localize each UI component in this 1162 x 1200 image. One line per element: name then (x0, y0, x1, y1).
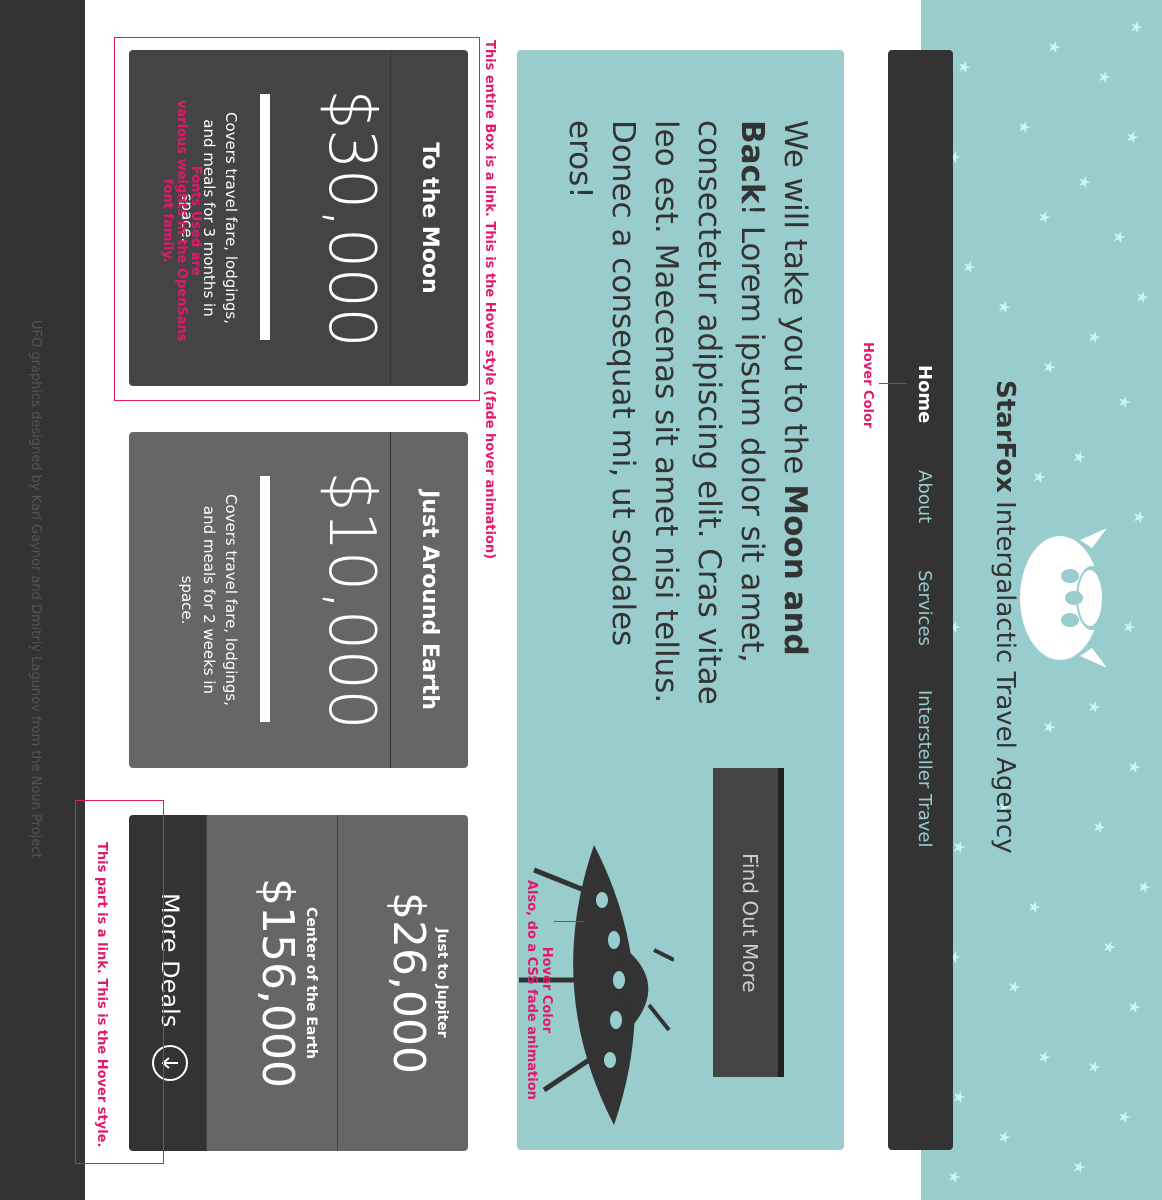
star-icon: ★ (950, 1090, 969, 1105)
star-icon: ★ (1035, 210, 1054, 225)
star-icon: ★ (950, 840, 969, 855)
hero-panel: We will take you to the Moon and Back! L… (517, 50, 844, 1150)
mini-deal-title: Center of the Earth (303, 907, 319, 1059)
star-icon: ★ (1125, 760, 1144, 775)
star-icon: ★ (1100, 940, 1119, 955)
star-icon: ★ (1130, 510, 1149, 525)
hero-text-pre: We will take you to the (777, 120, 813, 485)
star-icon: ★ (1035, 1050, 1054, 1065)
nav-services[interactable]: Services (914, 570, 935, 646)
star-icon: ★ (995, 300, 1014, 315)
find-out-more-button[interactable]: Find Out More (713, 768, 784, 1077)
annotation-button-hover-line-2: Also, do a CSS fade animation (524, 880, 539, 1100)
star-icon: ★ (1015, 120, 1034, 135)
star-icon: ★ (1115, 1110, 1134, 1125)
star-icon: ★ (1127, 20, 1146, 35)
mini-deal-price: $26,000 (383, 892, 434, 1074)
star-icon: ★ (1125, 1000, 1144, 1015)
star-icon: ★ (1040, 720, 1059, 735)
annotation-pointer (879, 383, 907, 384)
main-nav: Home About Services Intersteller Travel (888, 50, 953, 1150)
brand-name[interactable]: StarFox Intergalactic Travel Agency (990, 380, 1020, 900)
hero-text: We will take you to the Moon and Back! L… (558, 120, 816, 720)
annotation-box-outline (114, 37, 480, 401)
mini-deal-price: $156,000 (252, 878, 303, 1088)
star-icon: ★ (1070, 1160, 1089, 1175)
star-icon: ★ (960, 260, 979, 275)
star-icon: ★ (1040, 360, 1059, 375)
annotation-more-outline (75, 800, 164, 1164)
star-icon: ★ (1115, 395, 1134, 410)
brand-bold: StarFox (990, 380, 1020, 493)
star-icon: ★ (1045, 40, 1064, 55)
star-icon: ★ (1120, 620, 1139, 635)
deal-card[interactable]: Just Around Earth $10,000 Covers travel … (129, 432, 468, 768)
mini-deal-title: Just to Jupiter (434, 928, 450, 1038)
annotation-more-link: This part is a link. This is the Hover s… (94, 842, 109, 1148)
star-icon: ★ (1123, 130, 1142, 145)
star-icon: ★ (1133, 290, 1152, 305)
star-icon: ★ (995, 1130, 1014, 1145)
star-icon: ★ (1085, 1060, 1104, 1075)
mini-deal[interactable]: Center of the Earth $156,000 (206, 815, 337, 1151)
star-icon: ★ (1090, 820, 1109, 835)
star-icon: ★ (1085, 700, 1104, 715)
annotation-box-link: This entire Box is a link. This is the H… (482, 40, 497, 560)
star-icon: ★ (1110, 230, 1129, 245)
star-icon: ★ (1030, 470, 1049, 485)
star-icon: ★ (1085, 330, 1104, 345)
mini-deal[interactable]: Just to Jupiter $26,000 (337, 815, 468, 1151)
nav-home[interactable]: Home (914, 365, 935, 423)
star-icon: ★ (1095, 70, 1114, 85)
nav-about[interactable]: About (914, 470, 935, 523)
star-icon: ★ (945, 1170, 964, 1185)
annotation-pointer (554, 921, 584, 922)
footer-credit: UFO graphics designed by Karl Gaynor and… (28, 320, 43, 859)
annotation-nav-hover: Hover Color (860, 342, 875, 429)
annotation-button-hover: Hover Color Also, do a CSS fade animatio… (524, 880, 554, 1100)
star-icon: ★ (1075, 175, 1094, 190)
star-icon: ★ (1135, 880, 1154, 895)
annotation-button-hover-line-1: Hover Color (539, 946, 554, 1034)
deal-title: Just Around Earth (390, 432, 468, 768)
page: ★ ★ ★ ★ ★ ★ ★ ★ ★ ★ ★ ★ ★ ★ ★ ★ ★ ★ ★ ★ ★ ★ ★ ★ ★ ★ ★ ★ ★ ★ ★ ★ ★ ★ ★ ★ ★ ★ ★ ★… (0, 0, 1162, 1200)
star-icon: ★ (1005, 980, 1024, 995)
star-icon: ★ (1025, 900, 1044, 915)
deal-divider (260, 476, 270, 722)
deal-price: $10,000 (314, 471, 388, 729)
star-icon: ★ (1070, 450, 1089, 465)
hero-text-post: ! Lorem ipsum dolor sit amet, consectetu… (562, 120, 770, 705)
brand-tagline: Intergalactic Travel Agency (990, 501, 1020, 854)
more-deals-panel: Just to Jupiter $26,000 Center of the Ea… (129, 815, 468, 1151)
deal-description: Covers travel fare, lodgings, and meals … (178, 493, 240, 707)
alien-logo-icon (1020, 528, 1108, 668)
nav-interstellar-travel[interactable]: Intersteller Travel (914, 690, 935, 847)
star-icon: ★ (955, 60, 974, 75)
